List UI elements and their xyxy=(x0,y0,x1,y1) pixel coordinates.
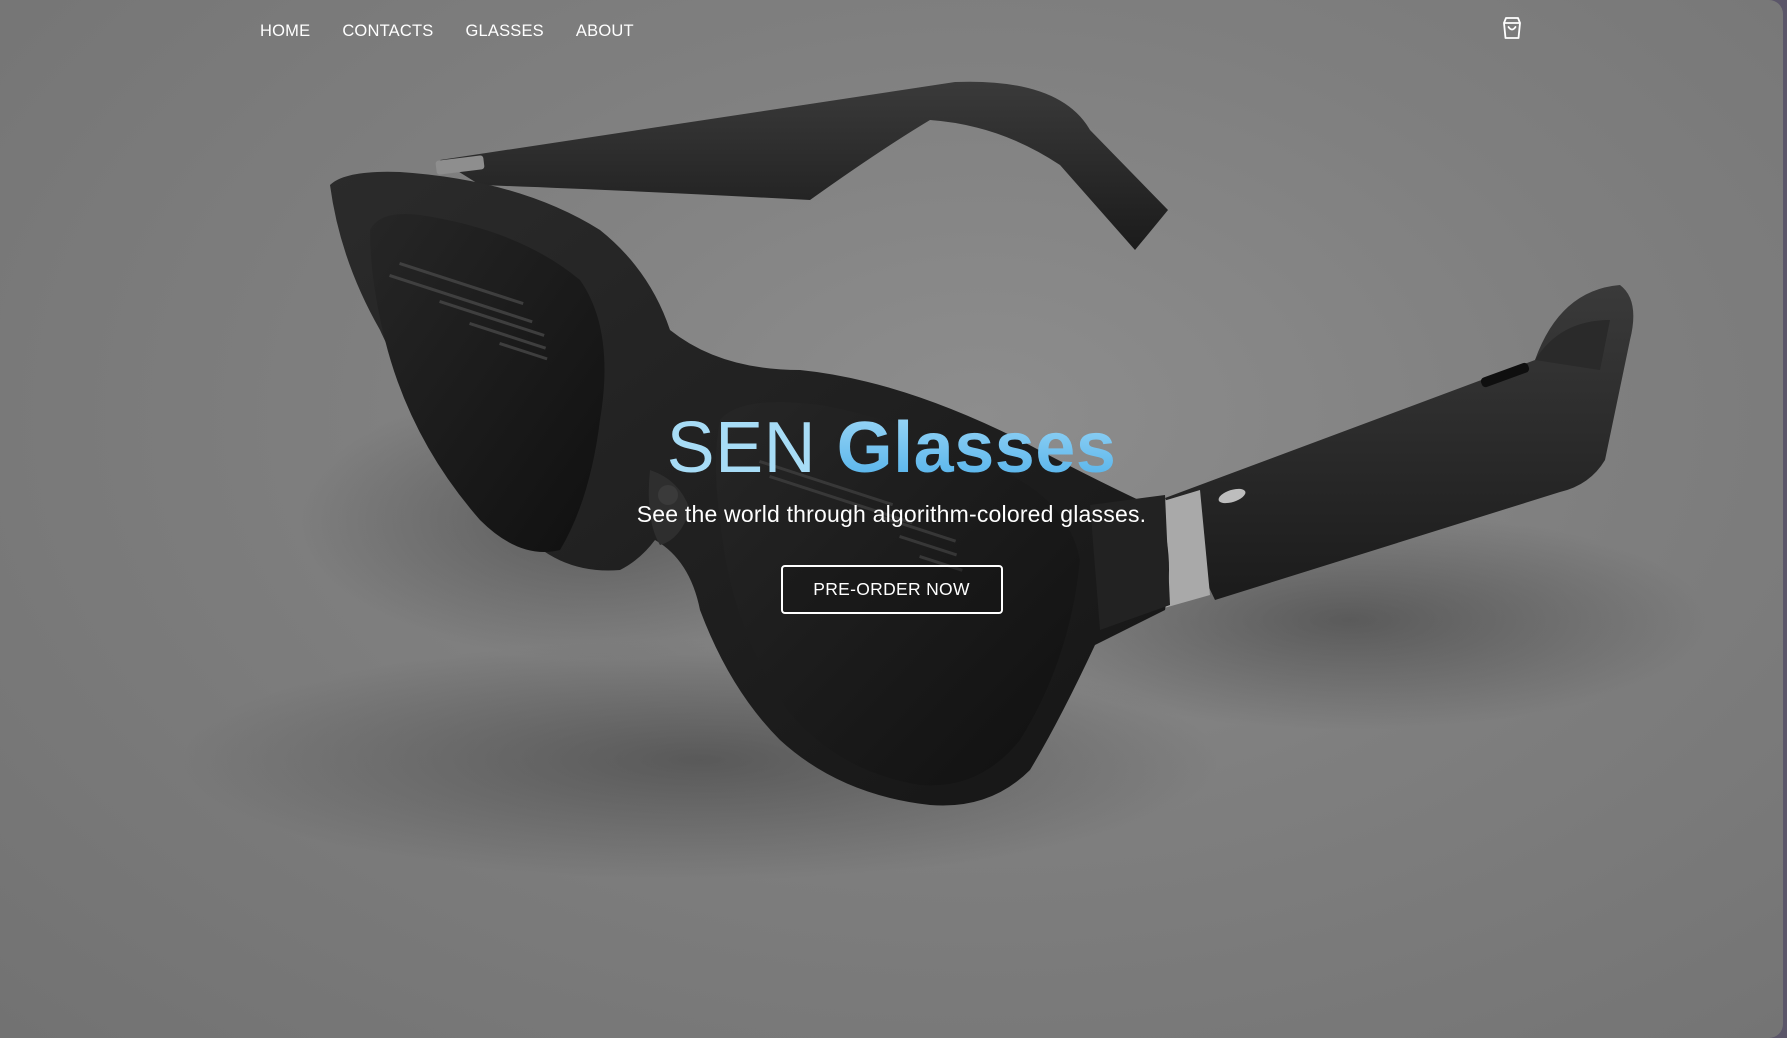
nav-item-glasses[interactable]: GLASSES xyxy=(465,22,543,41)
hero-title-brand: SEN xyxy=(666,408,817,488)
nav-item-home[interactable]: HOME xyxy=(260,22,310,41)
nav-item-about[interactable]: ABOUT xyxy=(576,22,634,41)
main-nav: HOME CONTACTS GLASSES ABOUT xyxy=(260,22,634,41)
shopping-bag-icon[interactable] xyxy=(1499,15,1525,41)
hero-section: SEN Glasses See the world through algori… xyxy=(0,405,1783,614)
hero-title-product: Glasses xyxy=(836,408,1117,488)
hero-title: SEN Glasses xyxy=(0,405,1783,491)
pre-order-button[interactable]: PRE-ORDER NOW xyxy=(780,565,1003,614)
page: HOME CONTACTS GLASSES ABOUT SEN Glasses … xyxy=(0,0,1783,1038)
nav-item-contacts[interactable]: CONTACTS xyxy=(342,22,433,41)
hero-subtitle: See the world through algorithm-colored … xyxy=(636,501,1147,527)
